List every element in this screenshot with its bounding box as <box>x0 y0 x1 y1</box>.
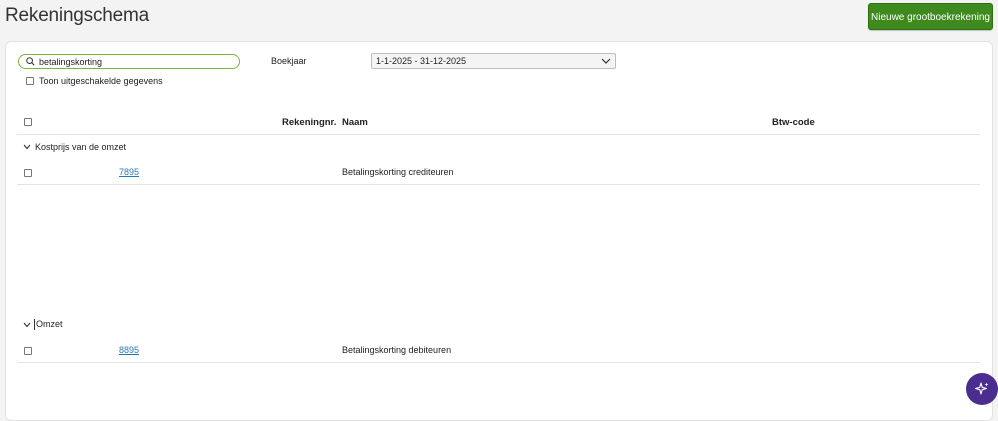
text-cursor <box>34 319 35 330</box>
column-header-name[interactable]: Naam <box>342 117 368 128</box>
row-checkbox[interactable] <box>24 169 32 177</box>
sparkle-icon <box>974 382 989 395</box>
main-panel <box>5 41 993 421</box>
chevron-down-icon[interactable] <box>23 144 31 150</box>
show-disabled-label: Toon uitgeschakelde gegevens <box>39 76 163 86</box>
header-divider <box>17 134 980 135</box>
page-title: Rekeningschema <box>5 5 150 26</box>
row-checkbox[interactable] <box>24 347 32 355</box>
assistant-button[interactable] <box>966 373 998 405</box>
chevron-down-icon <box>601 58 611 64</box>
year-select[interactable]: 1-1-2025 - 31-12-2025 <box>371 53 616 69</box>
chevron-down-icon[interactable] <box>23 322 31 328</box>
row-divider <box>17 184 980 185</box>
new-ledger-account-button[interactable]: Nieuwe grootboekrekening <box>868 3 993 30</box>
select-all-checkbox[interactable] <box>24 118 32 126</box>
show-disabled-checkbox[interactable] <box>26 77 34 85</box>
year-label: Boekjaar <box>271 56 307 66</box>
search-input[interactable]: betalingskorting <box>18 54 240 69</box>
year-select-value: 1-1-2025 - 31-12-2025 <box>376 56 467 66</box>
search-value: betalingskorting <box>39 57 103 67</box>
column-header-account-number[interactable]: Rekeningnr. <box>282 117 336 128</box>
account-name: Betalingskorting crediteuren <box>342 167 454 177</box>
group-header-cost-of-sales[interactable]: Kostprijs van de omzet <box>35 142 126 152</box>
row-divider <box>17 362 980 363</box>
search-icon <box>26 57 35 66</box>
account-number-link[interactable]: 8895 <box>119 345 139 355</box>
account-name: Betalingskorting debiteuren <box>342 345 452 355</box>
account-number-link[interactable]: 7895 <box>119 167 139 177</box>
column-header-vat-code[interactable]: Btw-code <box>772 117 815 128</box>
group-header-revenue[interactable]: Omzet <box>36 319 63 329</box>
